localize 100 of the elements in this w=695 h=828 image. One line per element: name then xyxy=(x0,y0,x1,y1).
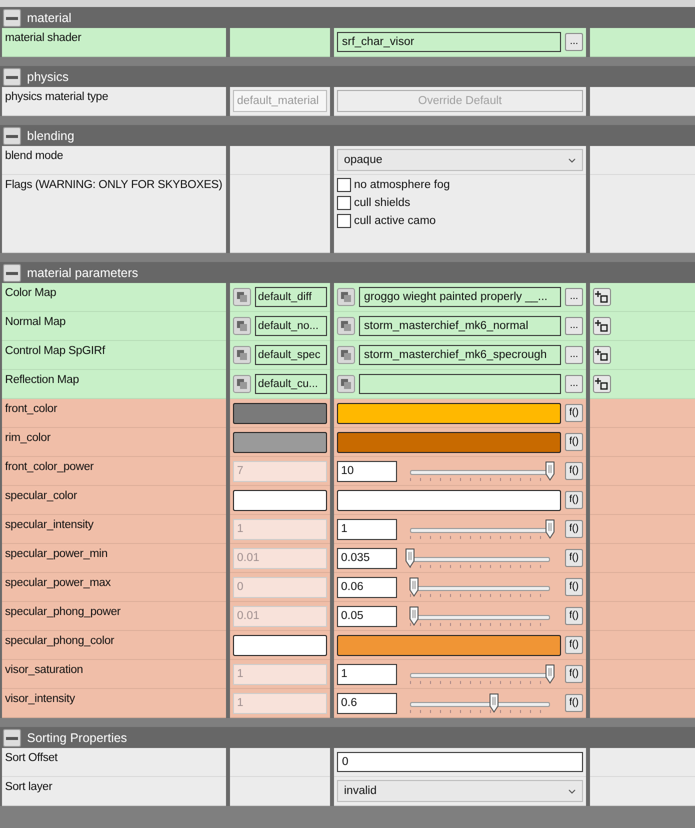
image-icon[interactable] xyxy=(233,317,251,335)
browse-button[interactable]: ... xyxy=(565,375,583,393)
field-label: specular_power_min xyxy=(5,548,108,560)
default-value-field: 1 xyxy=(233,664,327,684)
collapse-toggle[interactable] xyxy=(3,728,21,746)
field-label: Color Map xyxy=(5,287,56,299)
field-label: front_color xyxy=(5,403,58,415)
color-swatch[interactable] xyxy=(337,490,561,510)
function-button[interactable]: f() xyxy=(565,607,583,625)
function-button[interactable]: f() xyxy=(565,404,583,422)
section-title: physics xyxy=(27,70,69,84)
checkbox[interactable] xyxy=(337,178,351,192)
field-label: rim_color xyxy=(5,432,50,444)
slider-thumb[interactable] xyxy=(405,548,415,568)
slider-thumb[interactable] xyxy=(545,519,555,539)
value-input[interactable]: 0.05 xyxy=(337,606,397,626)
default-bitmap-field[interactable]: default_spec xyxy=(255,345,327,365)
dropdown[interactable]: invalid xyxy=(337,780,583,802)
browse-button[interactable]: ... xyxy=(565,346,583,364)
text-input[interactable]: 0 xyxy=(337,752,583,772)
add-icon[interactable] xyxy=(593,317,611,335)
color-swatch[interactable] xyxy=(337,432,561,452)
checkbox-label: no atmosphere fog xyxy=(354,179,450,191)
chevron-down-icon xyxy=(568,788,576,794)
slider-thumb[interactable] xyxy=(545,461,555,481)
default-value-field: 1 xyxy=(233,692,327,714)
section-title: blending xyxy=(27,128,74,142)
value-input[interactable]: 0.035 xyxy=(337,548,397,568)
field-label: visor_saturation xyxy=(5,664,83,676)
function-button[interactable]: f() xyxy=(565,636,583,654)
value-input[interactable]: 10 xyxy=(337,460,397,482)
collapse-toggle[interactable] xyxy=(3,8,21,26)
function-button[interactable]: f() xyxy=(565,549,583,567)
function-button[interactable]: f() xyxy=(565,491,583,509)
shader-field[interactable]: srf_char_visor xyxy=(337,32,561,52)
section-title: Sorting Properties xyxy=(27,730,128,744)
field-label: Sort Offset xyxy=(5,752,58,764)
slider-thumb[interactable] xyxy=(409,606,420,626)
field-label: Flags (WARNING: ONLY FOR SKYBOXES) xyxy=(5,179,222,191)
field-label: blend mode xyxy=(5,150,64,162)
checkbox-label: cull active camo xyxy=(354,215,436,227)
field-label: visor_intensity xyxy=(5,693,75,705)
dropdown[interactable]: opaque xyxy=(337,149,583,171)
function-button[interactable]: f() xyxy=(565,694,583,712)
color-swatch[interactable] xyxy=(337,402,561,424)
slider-thumb[interactable] xyxy=(545,664,555,684)
field-label: Reflection Map xyxy=(5,374,79,386)
field-label: specular_power_max xyxy=(5,577,111,589)
field-label: specular_phong_color xyxy=(5,635,114,647)
function-button[interactable]: f() xyxy=(565,462,583,480)
default-value-field: 0.01 xyxy=(233,606,327,626)
slider-thumb[interactable] xyxy=(489,693,499,713)
field-label: material shader xyxy=(5,32,82,44)
function-button[interactable]: f() xyxy=(565,520,583,538)
color-swatch[interactable] xyxy=(337,634,561,656)
image-icon[interactable] xyxy=(233,375,251,393)
bitmap-field[interactable]: groggo wieght painted properly __... xyxy=(359,287,561,307)
field-label: specular_intensity xyxy=(5,519,94,531)
value-input[interactable]: 1 xyxy=(337,664,397,684)
default-bitmap-field[interactable]: default_no... xyxy=(255,316,327,336)
add-icon[interactable] xyxy=(593,346,611,364)
bitmap-field[interactable] xyxy=(359,374,561,394)
field-label: front_color_power xyxy=(5,461,94,473)
image-icon[interactable] xyxy=(337,317,355,335)
section-title: material parameters xyxy=(27,266,138,280)
image-icon[interactable] xyxy=(233,288,251,306)
browse-button[interactable]: ... xyxy=(565,288,583,306)
bitmap-field[interactable]: storm_masterchief_mk6_specrough xyxy=(359,345,561,365)
slider-thumb[interactable] xyxy=(409,577,420,597)
collapse-toggle[interactable] xyxy=(3,68,21,86)
default-bitmap-field[interactable]: default_cu... xyxy=(255,374,327,394)
image-icon[interactable] xyxy=(337,346,355,364)
checkbox[interactable] xyxy=(337,196,351,210)
function-button[interactable]: f() xyxy=(565,433,583,451)
bitmap-field[interactable]: storm_masterchief_mk6_normal xyxy=(359,316,561,336)
add-icon[interactable] xyxy=(593,375,611,393)
default-value-field: 0 xyxy=(233,576,327,598)
checkbox[interactable] xyxy=(337,214,351,228)
function-button[interactable]: f() xyxy=(565,665,583,683)
field-label: Control Map SpGIRf xyxy=(5,345,105,357)
value-input[interactable]: 1 xyxy=(337,518,397,540)
field-label: Sort layer xyxy=(5,781,52,793)
default-bitmap-field[interactable]: default_diff xyxy=(255,287,327,307)
field-label: Normal Map xyxy=(5,316,66,328)
browse-button[interactable]: ... xyxy=(565,33,583,51)
add-icon[interactable] xyxy=(593,288,611,306)
collapse-toggle[interactable] xyxy=(3,126,21,144)
default-value-field: 1 xyxy=(233,518,327,540)
image-icon[interactable] xyxy=(233,346,251,364)
collapse-toggle[interactable] xyxy=(3,264,21,282)
image-icon[interactable] xyxy=(337,375,355,393)
default-value-field: 0.01 xyxy=(233,548,327,568)
image-icon[interactable] xyxy=(337,288,355,306)
value-input[interactable]: 0.06 xyxy=(337,576,397,598)
browse-button[interactable]: ... xyxy=(565,317,583,335)
chevron-down-icon xyxy=(568,158,576,162)
checkbox-label: cull shields xyxy=(354,197,410,209)
section-title: material xyxy=(27,10,72,24)
function-button[interactable]: f() xyxy=(565,578,583,596)
value-input[interactable]: 0.6 xyxy=(337,692,397,714)
